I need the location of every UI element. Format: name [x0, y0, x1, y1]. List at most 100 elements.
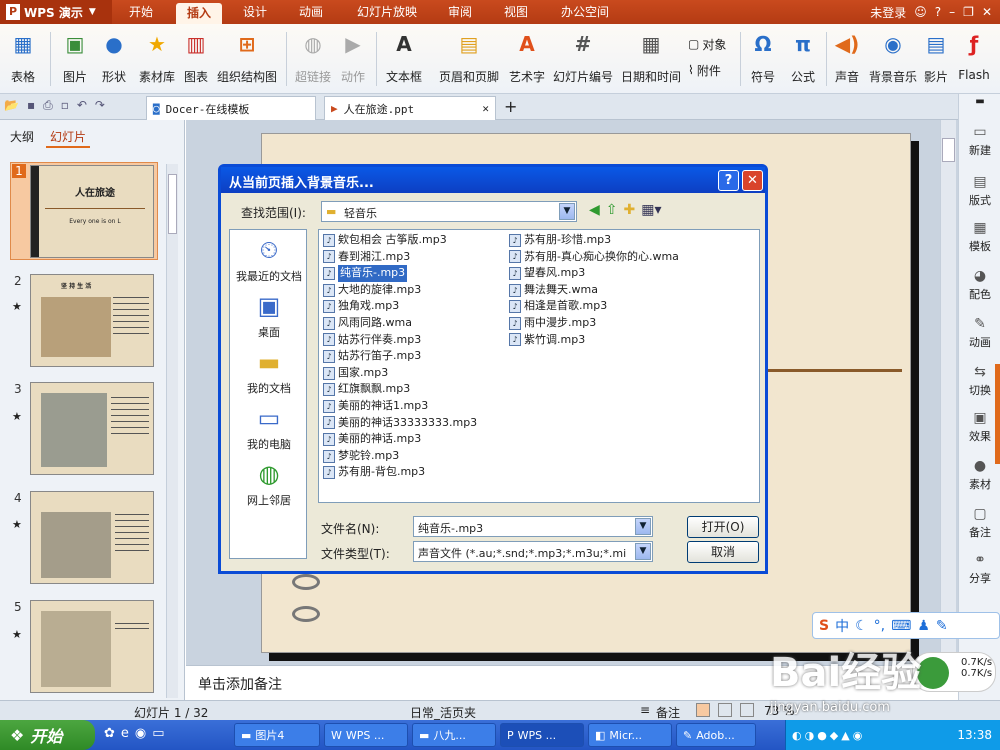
slide-thumb-1[interactable]: 人在旅途 Every one is on L	[30, 165, 154, 258]
ie-icon[interactable]: e	[121, 726, 129, 744]
file-item[interactable]: ♪ 欸包相会 古筝版.mp3	[323, 232, 509, 249]
flash-button[interactable]: ƒ Flash	[956, 30, 992, 88]
filetype-select[interactable]: 声音文件 (*.au;*.snd;*.mp3;*.m3u;*.mi ▼	[413, 541, 653, 562]
editor-scrollbar[interactable]	[940, 120, 956, 665]
chevron-down-icon[interactable]: ▼	[559, 203, 575, 220]
moon-icon[interactable]: ☾	[855, 618, 868, 634]
place-documents[interactable]: ▬ 我的文档	[230, 348, 308, 396]
close-icon[interactable]: ✕	[982, 5, 992, 19]
sidebar-template[interactable]: ▦ 模板	[959, 220, 1000, 254]
movie-button[interactable]: ▤ 影片	[922, 30, 950, 88]
restore-icon[interactable]: ❐	[963, 5, 974, 19]
normal-view-icon[interactable]	[696, 703, 710, 717]
file-item[interactable]: ♪ 苏有朋-珍惜.mp3	[509, 232, 757, 249]
wps-app-menu[interactable]: P WPS 演示 ▼	[0, 0, 112, 24]
tab-slideshow[interactable]: 幻灯片放映	[348, 0, 426, 24]
slide-thumb-2[interactable]: 坚 持 生 活	[30, 274, 154, 367]
place-computer[interactable]: ▭ 我的电脑	[230, 404, 308, 452]
object-button[interactable]: ▢ 对象	[688, 34, 726, 54]
lookin-select[interactable]: ▬ 轻音乐 ▼	[321, 201, 577, 222]
undo-icon[interactable]: ↶	[77, 98, 87, 116]
file-item[interactable]: ♪ 大地的旋律.mp3	[323, 282, 509, 299]
sidebar-layout[interactable]: ▤ 版式	[959, 174, 1000, 208]
table-button[interactable]: ▦ 表格	[4, 30, 42, 88]
preview-icon[interactable]: ▫	[61, 98, 69, 116]
tab-animation[interactable]: 动画	[288, 0, 334, 24]
new-tab-button[interactable]: +	[504, 97, 517, 116]
file-item[interactable]: ♪ 雨中漫步.mp3	[509, 315, 757, 332]
save-icon[interactable]: ▪	[27, 98, 35, 116]
file-item[interactable]: ♪ 苏有朋-真心痴心换你的心.wma	[509, 249, 757, 266]
cancel-button[interactable]: 取消	[687, 541, 759, 563]
redo-icon[interactable]: ↷	[95, 98, 105, 116]
skin-icon[interactable]: ☺	[914, 5, 927, 19]
slide-thumb-5[interactable]	[30, 600, 154, 693]
sidebar-notes[interactable]: ▢ 备注	[959, 506, 1000, 540]
sidebar-transition[interactable]: ⇆ 切换	[959, 364, 1000, 398]
task-folder[interactable]: ▬ 八九...	[412, 723, 496, 747]
tab-review[interactable]: 审阅	[440, 0, 480, 24]
file-item[interactable]: ♪ 美丽的神话1.mp3	[323, 398, 509, 415]
sorter-view-icon[interactable]	[718, 703, 732, 717]
sidebar-share[interactable]: ⚭ 分享	[959, 552, 1000, 586]
tab-view[interactable]: 视图	[496, 0, 536, 24]
org-chart-button[interactable]: ⊞ 组织结构图	[216, 30, 278, 88]
sogou-logo-icon[interactable]: S	[819, 618, 829, 634]
action-button[interactable]: ▶ 动作	[338, 30, 368, 88]
header-footer-button[interactable]: ▤ 页眉和页脚	[438, 30, 500, 88]
file-item[interactable]: ♪ 苏有朋-背包.mp3	[323, 464, 509, 481]
user-icon[interactable]: ♟	[917, 618, 930, 634]
tab-start[interactable]: 开始	[116, 0, 166, 24]
place-recent[interactable]: ⏲ 我最近的文档	[230, 236, 308, 284]
file-item[interactable]: ♪ 国家.mp3	[323, 365, 509, 382]
keyboard-icon[interactable]: ⌨	[891, 618, 911, 634]
file-item[interactable]: ♪ 姑苏行伴奏.mp3	[323, 332, 509, 349]
formula-button[interactable]: π 公式	[788, 30, 818, 88]
media-icon[interactable]: ◉	[135, 726, 146, 744]
textbox-button[interactable]: A 文本框	[384, 30, 424, 88]
print-icon[interactable]: ⎙	[43, 98, 53, 116]
file-item[interactable]: ♪ 舞法舞天.wma	[509, 282, 757, 299]
slide-thumb-3[interactable]	[30, 382, 154, 475]
panel-scrollbar[interactable]	[166, 164, 178, 698]
task-adobe[interactable]: ✎ Adob...	[676, 723, 756, 747]
chart-button[interactable]: ▥ 图表	[182, 30, 210, 88]
file-item[interactable]: ♪ 风雨同路.wma	[323, 315, 509, 332]
symbol-button[interactable]: Ω 符号	[748, 30, 778, 88]
sidebar-new[interactable]: ▭ 新建	[959, 124, 1000, 158]
help-button[interactable]: ?	[718, 170, 739, 191]
start-button[interactable]: ❖ 开始	[0, 720, 95, 750]
punctuation-icon[interactable]: °,	[874, 618, 885, 634]
task-wps-writer[interactable]: W WPS ...	[324, 723, 408, 747]
tab-outline[interactable]: 大纲	[6, 126, 38, 148]
task-wps-presentation[interactable]: P WPS ...	[500, 723, 584, 747]
wrench-icon[interactable]: ✎	[936, 618, 948, 634]
file-item[interactable]: ♪ 紫竹调.mp3	[509, 332, 757, 349]
minimize-icon[interactable]: –	[949, 5, 955, 19]
datetime-button[interactable]: ▦ 日期和时间	[620, 30, 682, 88]
hyperlink-button[interactable]: ◍ 超链接	[294, 30, 332, 88]
file-item[interactable]: ♪ 梦驼铃.mp3	[323, 448, 509, 465]
collapse-icon[interactable]: ▬	[959, 96, 1000, 107]
place-desktop[interactable]: ▣ 桌面	[230, 292, 308, 340]
close-tab-icon[interactable]: ✕	[482, 102, 489, 115]
place-network[interactable]: ◍ 网上邻居	[230, 460, 308, 508]
file-item[interactable]: ♪ 独角戏.mp3	[323, 298, 509, 315]
view-menu-icon[interactable]: ▦▾	[641, 202, 661, 218]
tab-design[interactable]: 设计	[232, 0, 278, 24]
tab-docer[interactable]: ◙ Docer-在线模板	[146, 96, 316, 120]
chevron-down-icon[interactable]: ▼	[635, 518, 651, 535]
tray-icons[interactable]: ◐◑●◆▲◉	[786, 729, 865, 742]
picture-button[interactable]: ▣ 图片	[60, 30, 90, 88]
task-pictures[interactable]: ▬ 图片4	[234, 723, 320, 747]
clock[interactable]: 13:38	[957, 728, 992, 742]
login-link[interactable]: 未登录	[870, 4, 906, 21]
material-button[interactable]: ★ 素材库	[138, 30, 176, 88]
file-item[interactable]: ♪ 望春风.mp3	[509, 265, 757, 282]
help-icon[interactable]: ?	[935, 5, 941, 19]
open-button[interactable]: 打开(O)	[687, 516, 759, 538]
close-button[interactable]: ✕	[742, 170, 763, 191]
ime-mode[interactable]: 中	[835, 616, 849, 636]
attachment-button[interactable]: ⌇ 附件	[688, 60, 721, 80]
scroll-thumb[interactable]	[168, 174, 177, 234]
